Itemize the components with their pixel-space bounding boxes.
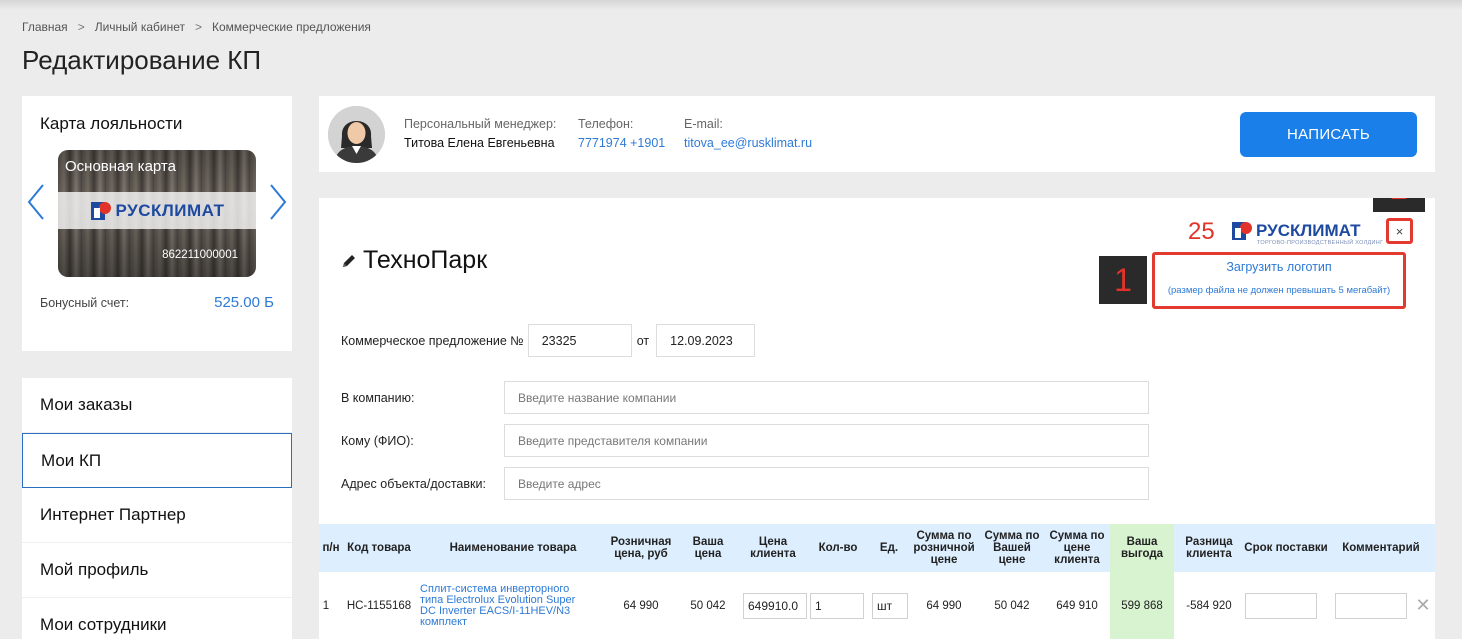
card-name: Основная карта bbox=[65, 158, 176, 175]
row-sum-retail: 64 990 bbox=[926, 599, 962, 612]
breadcrumb-home[interactable]: Главная bbox=[22, 20, 68, 34]
remove-logo-close-icon[interactable]: × bbox=[1386, 218, 1413, 244]
col-benefit: Ваша выгода bbox=[1110, 524, 1174, 572]
col-delivery: Срок поставки bbox=[1244, 541, 1328, 554]
row-retail-price: 64 990 bbox=[623, 599, 659, 612]
qty-input[interactable]: 1 bbox=[810, 592, 864, 619]
offer-number-label: Коммерческое предложение № bbox=[341, 333, 524, 348]
next-card-arrow-icon[interactable] bbox=[268, 182, 288, 222]
row-sum-client: 649 910 bbox=[1056, 599, 1098, 612]
company-input[interactable]: Введите название компании bbox=[504, 381, 1149, 414]
company-title[interactable]: ТехноПарк bbox=[363, 246, 487, 275]
row-your-price: 50 042 bbox=[690, 599, 726, 612]
col-client-diff: Разница клиента bbox=[1185, 535, 1233, 560]
comment-input[interactable] bbox=[1335, 592, 1407, 619]
bonus-label: Бонусный счет: bbox=[40, 296, 130, 310]
prev-card-arrow-icon[interactable] bbox=[26, 182, 46, 222]
row-num: 1 bbox=[322, 599, 330, 612]
col-name: Наименование товара bbox=[449, 541, 577, 554]
logo-brand-text: РУСКЛИМАТ bbox=[1256, 221, 1361, 240]
recipient-input[interactable]: Введите представителя компании bbox=[504, 424, 1149, 457]
offer-date-input[interactable]: 12.09.2023 bbox=[656, 324, 756, 357]
page-title: Редактирование КП bbox=[22, 45, 262, 75]
company-label: В компанию: bbox=[341, 391, 415, 405]
loyalty-card-panel: Карта лояльности Основная карта РУСКЛИМА… bbox=[22, 96, 292, 351]
breadcrumb-separator: > bbox=[77, 20, 85, 34]
col-sum-yours: Сумма по Вашей цене bbox=[984, 529, 1040, 567]
sidebar-item-employees[interactable]: Мои сотрудники bbox=[22, 598, 292, 639]
col-unit: Ед. bbox=[879, 541, 899, 554]
address-label: Адрес объекта/доставки: bbox=[341, 477, 486, 491]
table-row: 1 НС-1155168 Сплит-система инверторного … bbox=[319, 572, 1435, 639]
row-sum-yours: 50 042 bbox=[994, 599, 1030, 612]
logo-badge-25: 25 bbox=[1188, 218, 1215, 245]
manager-phone-block: Телефон: 7771974 +1901 bbox=[578, 117, 665, 150]
products-table-header: п/н Код товара Наименование товара Розни… bbox=[319, 524, 1435, 572]
address-input[interactable]: Введите адрес bbox=[504, 467, 1149, 500]
col-sum-retail: Сумма по розничной цене bbox=[913, 529, 975, 567]
col-your-price: Ваша цена bbox=[692, 535, 724, 560]
row-client-diff: -584 920 bbox=[1186, 599, 1232, 612]
upload-logo-box[interactable]: Загрузить логотип (размер файла не долже… bbox=[1152, 252, 1406, 309]
breadcrumb-account[interactable]: Личный кабинет bbox=[95, 20, 185, 34]
upload-logo-link[interactable]: Загрузить логотип bbox=[1155, 260, 1403, 274]
upload-logo-hint: (размер файла не должен превышать 5 мега… bbox=[1167, 285, 1391, 296]
loyalty-card: Основная карта РУСКЛИМАТ 862211000001 bbox=[58, 150, 256, 277]
breadcrumb-separator: > bbox=[194, 20, 202, 34]
sidebar-item-orders[interactable]: Мои заказы bbox=[22, 378, 292, 433]
col-sum-client: Сумма по цене клиента bbox=[1049, 529, 1105, 567]
phone-label: Телефон: bbox=[578, 117, 634, 131]
bonus-value: 525.00 Б bbox=[214, 294, 274, 311]
manager-name: Титова Елена Евгеньевна bbox=[404, 136, 555, 150]
email-link[interactable]: titova_ee@rusklimat.ru bbox=[684, 136, 812, 150]
write-button[interactable]: НАПИСАТЬ bbox=[1240, 112, 1417, 157]
client-price-input[interactable]: 649910.0 bbox=[743, 592, 807, 619]
sidebar-menu: Мои заказы Мои КП Интернет Партнер Мой п… bbox=[22, 378, 292, 639]
sidebar-item-my-kp[interactable]: Мои КП bbox=[22, 433, 292, 488]
email-label: E-mail: bbox=[684, 117, 723, 131]
delivery-input[interactable] bbox=[1245, 592, 1317, 619]
card-brand: РУСКЛИМАТ bbox=[115, 200, 225, 220]
remove-row-close-icon[interactable]: ✕ bbox=[1412, 572, 1434, 639]
col-code: Код товара bbox=[347, 541, 411, 554]
rusklimat-logo-icon bbox=[1232, 222, 1252, 240]
manager-role-label: Персональный менеджер: bbox=[404, 117, 557, 131]
pencil-icon[interactable] bbox=[341, 253, 357, 269]
uploaded-logo: РУСКЛИМАТ ТОРГОВО-ПРОИЗВОДСТВЕННЫЙ ХОЛДИ… bbox=[1231, 220, 1383, 246]
offer-editor: ТехноПарк 25 РУСКЛИМАТ ТОРГОВО-ПРОИЗВОДС… bbox=[319, 198, 1435, 639]
offer-number-row: Коммерческое предложение № 23325 от 12.0… bbox=[341, 324, 756, 357]
recipient-label: Кому (ФИО): bbox=[341, 434, 414, 448]
manager-avatar bbox=[328, 106, 385, 163]
row-code: НС-1155168 bbox=[346, 599, 412, 612]
date-label: от bbox=[636, 333, 650, 348]
row-benefit: 599 868 bbox=[1110, 572, 1174, 639]
annotation-1: 1 bbox=[1099, 256, 1147, 304]
col-client-price: Цена клиента bbox=[750, 535, 796, 560]
sidebar-item-internet-partner[interactable]: Интернет Партнер bbox=[22, 488, 292, 543]
annotation-2: 2 bbox=[1373, 198, 1425, 212]
loyalty-title: Карта лояльности bbox=[40, 114, 183, 133]
card-number: 862211000001 bbox=[162, 249, 238, 261]
offer-title: ТехноПарк bbox=[341, 246, 487, 275]
col-retail-price: Розничная цена, руб bbox=[610, 535, 672, 560]
rusklimat-logo-icon bbox=[90, 201, 111, 220]
phone-link[interactable]: 7771974 +1901 bbox=[578, 136, 665, 150]
col-qty: Кол-во bbox=[818, 541, 858, 554]
unit-input[interactable]: шт bbox=[872, 592, 908, 619]
col-comment: Комментарий bbox=[1342, 541, 1420, 554]
manager-email-block: E-mail: titova_ee@rusklimat.ru bbox=[684, 117, 812, 150]
card-logo-band: РУСКЛИМАТ bbox=[58, 192, 256, 229]
breadcrumb: Главная > Личный кабинет > Коммерческие … bbox=[22, 20, 371, 34]
row-product-link[interactable]: Сплит-система инверторного типа Electrol… bbox=[420, 572, 592, 639]
offer-number-input[interactable]: 23325 bbox=[527, 324, 632, 357]
logo-subtitle: ТОРГОВО-ПРОИЗВОДСТВЕННЫЙ ХОЛДИНГ bbox=[1257, 240, 1384, 246]
manager-panel: Персональный менеджер: Титова Елена Евге… bbox=[319, 96, 1435, 172]
col-num: п/н bbox=[322, 541, 340, 554]
sidebar-item-profile[interactable]: Мой профиль bbox=[22, 543, 292, 598]
breadcrumb-offers[interactable]: Коммерческие предложения bbox=[212, 20, 371, 34]
top-shadow bbox=[0, 0, 1462, 10]
manager-info: Персональный менеджер: Титова Елена Евге… bbox=[404, 117, 556, 150]
